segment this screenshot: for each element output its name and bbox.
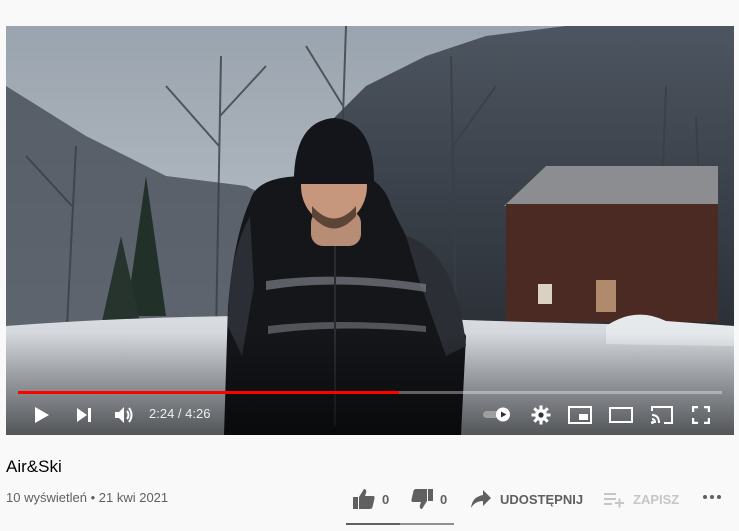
fullscreen-button[interactable] xyxy=(689,403,713,427)
dislike-count: 0 xyxy=(440,491,448,507)
time-display: 2:24 / 4:26 xyxy=(149,406,210,422)
fullscreen-icon xyxy=(692,406,710,424)
play-icon xyxy=(35,407,49,423)
autoplay-toggle-icon xyxy=(483,407,510,422)
upload-date: 21 kwi 2021 xyxy=(98,490,169,505)
next-icon xyxy=(77,408,91,422)
player-controls: 2:24 / 4:26 xyxy=(6,26,734,435)
cast-button[interactable] xyxy=(648,403,676,427)
more-options-dot xyxy=(717,495,721,499)
miniplayer-icon xyxy=(568,406,592,424)
cast-icon xyxy=(651,406,673,424)
duration: 4:26 xyxy=(185,406,211,421)
theater-mode-button[interactable] xyxy=(607,403,635,427)
time-separator: / xyxy=(174,406,186,421)
settings-button[interactable] xyxy=(529,403,553,427)
save-button[interactable]: ZAPISZ xyxy=(603,487,679,511)
thumbs-up-icon xyxy=(353,489,375,509)
progress-bar[interactable] xyxy=(18,391,722,394)
settings-gear-icon xyxy=(531,405,551,425)
theater-mode-icon xyxy=(609,407,633,423)
next-button[interactable] xyxy=(72,403,96,427)
mute-button[interactable] xyxy=(111,402,137,428)
view-count: 10 wyświetleń xyxy=(6,490,87,505)
volume-icon xyxy=(115,407,133,423)
video-player[interactable]: 2:24 / 4:26 xyxy=(6,26,734,435)
dislike-button[interactable]: 0 xyxy=(410,487,447,511)
miniplayer-button[interactable] xyxy=(566,403,594,427)
share-label: UDOSTĘPNIJ xyxy=(500,491,584,507)
more-options-dot xyxy=(710,495,714,499)
add-to-playlist-icon xyxy=(604,493,624,508)
current-time: 2:24 xyxy=(149,406,175,421)
share-arrow-icon xyxy=(471,490,491,508)
progress-played xyxy=(18,391,399,394)
save-label: ZAPISZ xyxy=(633,491,680,507)
like-button[interactable]: 0 xyxy=(352,487,389,511)
autoplay-toggle[interactable] xyxy=(482,404,512,424)
sentiment-likes xyxy=(346,523,400,525)
more-options-button[interactable] xyxy=(703,491,721,503)
more-options-icon xyxy=(703,495,707,499)
sentiment-bar xyxy=(346,523,454,525)
thumbs-down-icon xyxy=(411,489,433,509)
share-button[interactable]: UDOSTĘPNIJ xyxy=(470,487,583,511)
video-meta: 10 wyświetleń • 21 kwi 2021 xyxy=(6,490,168,505)
play-button[interactable] xyxy=(29,403,53,427)
video-title: Air&Ski xyxy=(6,457,62,476)
like-count: 0 xyxy=(382,491,390,507)
meta-separator: • xyxy=(90,490,96,505)
